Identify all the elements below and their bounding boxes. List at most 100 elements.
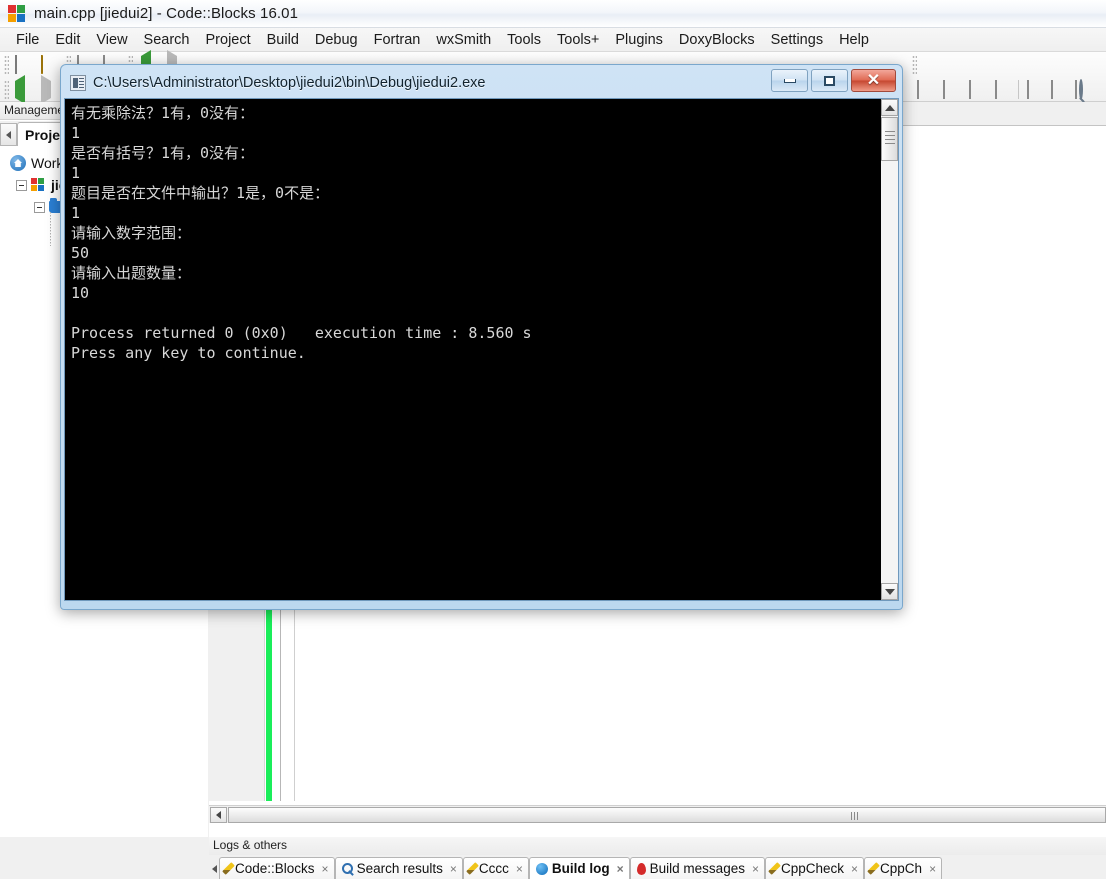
maximize-icon <box>824 75 835 86</box>
layout-button-2[interactable] <box>1050 80 1070 99</box>
menu-item-file[interactable]: File <box>8 29 47 51</box>
logs-tab-label: CppCheck <box>780 861 845 876</box>
logs-tab-cppch[interactable]: CppCh × <box>864 857 943 879</box>
console-line: 题目是否在文件中输出？1是，0不是： <box>71 184 330 202</box>
pencil-icon <box>466 862 479 875</box>
menu-item-view[interactable]: View <box>88 29 135 51</box>
console-titlebar[interactable]: C:\Users\Administrator\Desktop\jiedui2\b… <box>64 68 899 98</box>
menu-item-debug[interactable]: Debug <box>307 29 366 51</box>
logs-tab-search-results[interactable]: Search results × <box>334 857 463 879</box>
codeblocks-logo-icon <box>8 4 26 23</box>
logs-tab-build-log[interactable]: Build log × <box>528 857 630 879</box>
console-line: 1 <box>71 204 81 222</box>
logs-tab-label: Build messages <box>649 861 745 876</box>
pencil-icon <box>768 862 781 875</box>
logs-tab-label: Build log <box>551 861 610 876</box>
editor-horizontal-scrollbar[interactable] <box>209 805 1106 823</box>
toolbar-grip[interactable] <box>4 80 9 99</box>
menu-item-plugins[interactable]: Plugins <box>607 29 671 51</box>
scrollbar-track[interactable] <box>881 116 898 583</box>
pencil-icon <box>222 862 235 875</box>
menu-item-build[interactable]: Build <box>259 29 307 51</box>
console-line: 请输入数字范围： <box>71 224 192 242</box>
scroll-left-button[interactable] <box>210 806 227 823</box>
logs-tab-close-icon[interactable]: × <box>322 862 329 876</box>
logs-tab-cppcheck[interactable]: CppCheck × <box>764 857 865 879</box>
debug-window-button-4[interactable] <box>994 80 1014 99</box>
menu-item-wxsmith[interactable]: wxSmith <box>428 29 499 51</box>
close-icon: ✕ <box>866 71 881 89</box>
menu-item-project[interactable]: Project <box>198 29 259 51</box>
console-window[interactable]: C:\Users\Administrator\Desktop\jiedui2\b… <box>60 64 903 610</box>
console-line: 1 <box>71 164 81 182</box>
console-vertical-scrollbar[interactable] <box>880 99 898 600</box>
logs-tab-code-blocks[interactable]: Code::Blocks × <box>219 857 335 879</box>
tab-scroll-left-button[interactable] <box>0 123 17 146</box>
logs-tab-close-icon[interactable]: × <box>516 862 523 876</box>
console-line: 10 <box>71 284 90 302</box>
menu-item-search[interactable]: Search <box>136 29 198 51</box>
scroll-up-button[interactable] <box>881 99 898 116</box>
scroll-down-button[interactable] <box>881 583 898 600</box>
logs-tab-build-messages[interactable]: Build messages × <box>629 857 765 879</box>
layout-button-1[interactable] <box>1026 80 1046 99</box>
close-button[interactable]: ✕ <box>851 69 896 92</box>
logs-tab-close-icon[interactable]: × <box>617 862 624 876</box>
project-icon <box>31 177 46 193</box>
toolbar-grip[interactable] <box>4 55 9 74</box>
open-file-button[interactable] <box>40 55 60 74</box>
logs-tab-scroll-left-button[interactable] <box>209 859 219 879</box>
codeblocks-ide-window: main.cpp [jiedui2] - Code::Blocks 16.01 … <box>0 0 1106 879</box>
tree-expander-icon[interactable] <box>34 201 45 213</box>
new-file-button[interactable] <box>14 55 34 74</box>
pencil-icon <box>867 862 880 875</box>
zoom-in-button[interactable] <box>1078 79 1098 100</box>
menu-item-doxyblocks[interactable]: DoxyBlocks <box>671 29 763 51</box>
menu-item-tools-plus[interactable]: Tools+ <box>549 29 607 51</box>
back-button[interactable] <box>14 75 34 104</box>
tree-expander-icon[interactable] <box>16 179 27 191</box>
console-line: Process returned 0 (0x0) execution time … <box>71 324 532 342</box>
menu-item-tools[interactable]: Tools <box>499 29 549 51</box>
console-line: 有无乘除法？1有，0没有： <box>71 104 255 122</box>
logs-panel: Logs & others Code::Blocks × Search result… <box>209 837 1106 879</box>
console-window-title: C:\Users\Administrator\Desktop\jiedui2\b… <box>93 75 486 91</box>
logs-tab-label: Search results <box>356 861 443 876</box>
menu-item-help[interactable]: Help <box>831 29 877 51</box>
console-output: 有无乘除法？1有，0没有： 1 是否有括号？1有，0没有： 1 题目是否在文件中输出？1… <box>65 99 880 600</box>
console-line: 50 <box>71 244 90 262</box>
logs-tab-close-icon[interactable]: × <box>929 862 936 876</box>
debug-window-button-2[interactable] <box>942 80 962 99</box>
logs-tab-cccc[interactable]: Cccc × <box>462 857 529 879</box>
menu-item-settings[interactable]: Settings <box>763 29 831 51</box>
logs-tab-close-icon[interactable]: × <box>851 862 858 876</box>
menu-item-edit[interactable]: Edit <box>47 29 88 51</box>
logs-tab-close-icon[interactable]: × <box>450 862 457 876</box>
triangle-down-icon <box>884 588 895 595</box>
scrollbar-thumb[interactable] <box>881 117 898 161</box>
search-icon <box>341 863 353 874</box>
chevron-left-icon <box>216 810 221 819</box>
console-line: 1 <box>71 124 81 142</box>
maximize-button[interactable] <box>811 69 848 92</box>
window-controls: ✕ <box>771 69 896 92</box>
chevron-left-icon <box>6 130 11 139</box>
logs-tab-close-icon[interactable]: × <box>752 862 759 876</box>
ide-window-title: main.cpp [jiedui2] - Code::Blocks 16.01 <box>34 5 299 22</box>
console-line: Press any key to continue. <box>71 344 306 362</box>
forward-button[interactable] <box>40 75 60 104</box>
logs-tab-label: CppCh <box>880 861 923 876</box>
chevron-left-icon <box>211 865 217 873</box>
toolbar-grip[interactable] <box>912 55 917 74</box>
menu-bar: File Edit View Search Project Build Debu… <box>0 28 1106 52</box>
tree-guide-line <box>50 212 51 246</box>
scrollbar-thumb[interactable] <box>228 806 1106 823</box>
pin-icon <box>636 862 646 875</box>
debug-window-button-1[interactable] <box>916 80 936 99</box>
logs-tabbar: Code::Blocks × Search results × Cccc × Build l… <box>209 856 1106 879</box>
debug-window-button-3[interactable] <box>968 80 988 99</box>
minimize-button[interactable] <box>771 69 808 92</box>
menu-item-fortran[interactable]: Fortran <box>366 29 429 51</box>
logs-tab-label: Code::Blocks <box>235 861 315 876</box>
